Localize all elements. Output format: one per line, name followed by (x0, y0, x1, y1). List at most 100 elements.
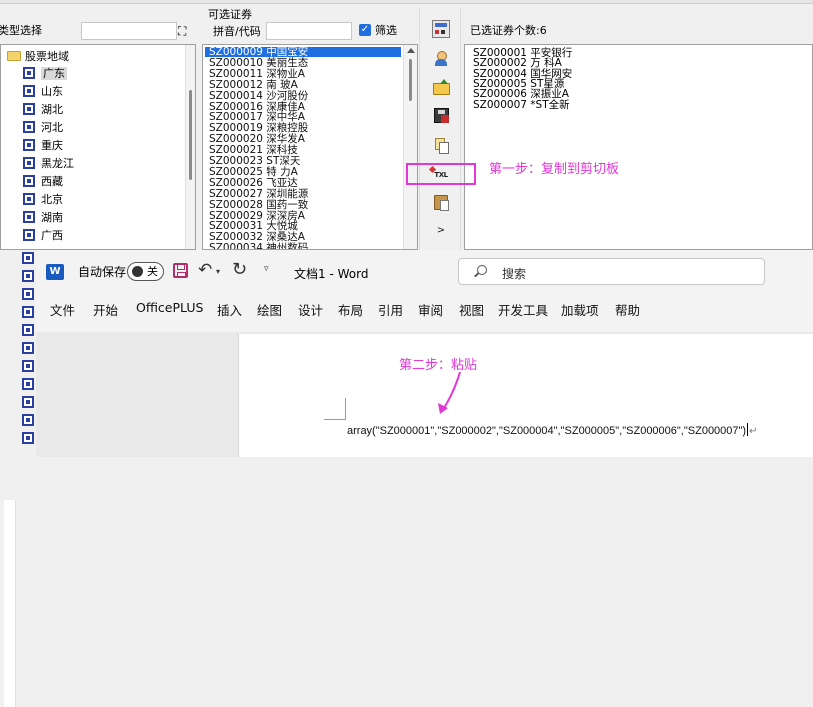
list-item[interactable]: SZ000026 飞亚达 (209, 178, 298, 189)
region-icon (23, 193, 35, 205)
region-icon (23, 103, 35, 115)
region-icon (22, 414, 34, 426)
list-item[interactable]: SZ000031 大悦城 (209, 221, 298, 232)
tree-item[interactable]: 北京 (23, 191, 63, 209)
list-item[interactable]: SZ000016 深康佳A (209, 101, 305, 112)
region-icon (23, 121, 35, 133)
open-button[interactable] (429, 78, 453, 100)
list-item[interactable]: SZ000011 深物业A (209, 69, 305, 80)
menu-tab[interactable]: OfficePLUS (136, 300, 203, 315)
list-scroll-thumb[interactable] (409, 59, 412, 101)
tree-item[interactable]: 湖南 (23, 209, 63, 227)
list-item[interactable]: SZ000012 南 玻A (209, 79, 298, 90)
search-label: 拼音/代码 (213, 25, 261, 38)
tree-item-label: 山东 (41, 85, 63, 98)
list-item[interactable]: SZ000027 深圳能源 (209, 188, 308, 199)
calculator-icon (432, 20, 450, 38)
background-tree-strip (0, 250, 36, 707)
menu-tab[interactable]: 视图 (459, 300, 484, 319)
search-box[interactable]: 搜索 (458, 258, 765, 285)
paste-button[interactable] (429, 191, 453, 213)
list-scrollbar[interactable] (403, 45, 417, 249)
menu-tab[interactable]: 加载项 (561, 300, 599, 319)
user-button[interactable] (429, 48, 453, 70)
code-search-input[interactable] (266, 22, 352, 40)
list-item[interactable]: SZ000009 中国宝安 (205, 47, 401, 57)
list-item[interactable]: SZ000020 深华发A (209, 134, 305, 145)
list-item[interactable]: SZ000014 沙河股份 (209, 90, 308, 101)
region-icon (23, 85, 35, 97)
list-item[interactable]: SZ000028 国药一致 (209, 199, 308, 210)
document-page[interactable] (238, 334, 813, 457)
tree-item[interactable]: 湖北 (23, 101, 63, 119)
copy-button[interactable] (429, 134, 453, 156)
undo-dropdown-icon[interactable]: ▾ (216, 267, 220, 276)
region-icon (22, 396, 34, 408)
region-icon (23, 157, 35, 169)
document-body-text[interactable]: array("SZ000001","SZ000002","SZ000004","… (347, 423, 758, 437)
tree-item[interactable]: 广东 (23, 65, 67, 83)
menu-tab[interactable]: 开发工具 (498, 300, 548, 319)
background-scrollbar[interactable] (4, 500, 16, 707)
document-title: 文档1 - Word (294, 267, 369, 281)
list-item[interactable]: SZ000034 神州数码 (209, 243, 308, 249)
tree-item[interactable]: 重庆 (23, 137, 63, 155)
tree-item[interactable]: 黑龙江 (23, 155, 74, 173)
tree-item[interactable]: 广西 (23, 227, 63, 245)
redo-icon[interactable]: ↻ (232, 259, 247, 280)
list-item[interactable]: SZ000025 特 力A (209, 167, 298, 178)
scroll-up-arrow-icon[interactable] (407, 48, 415, 53)
selected-list-item[interactable]: SZ000006 深振业A (473, 89, 569, 100)
region-icon (22, 288, 34, 300)
word-logo-icon: W (46, 264, 66, 280)
menu-tab[interactable]: 审阅 (418, 300, 443, 319)
list-item[interactable]: SZ000019 深粮控股 (209, 123, 308, 134)
selected-list-item[interactable]: SZ000002 万 科A (473, 58, 562, 69)
save-button[interactable] (429, 104, 453, 126)
menu-tab[interactable]: 布局 (338, 300, 363, 319)
list-item[interactable]: SZ000029 深深房A (209, 210, 305, 221)
tree-scrollbar[interactable] (185, 45, 195, 249)
add-selected-button[interactable]: > (429, 220, 453, 242)
save-icon[interactable] (173, 263, 188, 278)
binoculars-icon[interactable]: ⛶ (178, 24, 186, 39)
menu-tab[interactable]: 文件 (50, 300, 75, 319)
menu-tab[interactable]: 开始 (93, 300, 118, 319)
tree-item[interactable]: 西藏 (23, 173, 63, 191)
window-top-border (0, 0, 813, 4)
calculator-button[interactable] (429, 18, 453, 40)
customize-toolbar-icon[interactable]: ▿ (264, 264, 269, 274)
menu-tab[interactable]: 设计 (298, 300, 323, 319)
region-icon (23, 139, 35, 151)
open-folder-icon (432, 79, 450, 95)
selected-list-item[interactable]: SZ000007 *ST全新 (473, 99, 570, 110)
list-item[interactable]: SZ000021 深科技 (209, 145, 298, 156)
menu-tab[interactable]: 插入 (217, 300, 242, 319)
selected-securities-list[interactable]: SZ000001 平安银行 SZ000002 万 科A SZ000004 国华网安 S… (464, 44, 813, 250)
tree-item[interactable]: 河北 (23, 119, 63, 137)
tree-item-label: 广东 (41, 67, 67, 80)
filter-checkbox[interactable]: ✓ (359, 24, 371, 36)
tree-item[interactable]: 山东 (23, 83, 63, 101)
menu-tab[interactable]: 绘图 (257, 300, 282, 319)
selected-count: 已选证券个数:6 (470, 24, 547, 37)
menu-tab[interactable]: 帮助 (615, 300, 640, 319)
list-item[interactable]: SZ000010 美丽生态 (209, 58, 308, 69)
tree-scroll-thumb[interactable] (189, 90, 192, 180)
menu-tab[interactable]: 引用 (378, 300, 403, 319)
list-item[interactable]: SZ000017 深中华A (209, 112, 305, 123)
tree-item-label: 西藏 (41, 175, 63, 188)
undo-icon[interactable]: ↶ (198, 260, 212, 280)
save-icon (433, 107, 449, 123)
autosave-toggle[interactable]: 关 (127, 262, 164, 281)
list-item[interactable]: SZ000023 ST深天 (209, 156, 300, 167)
region-icon (22, 324, 34, 336)
securities-list[interactable]: SZ000009 中国宝安 SZ000010 美丽生态 SZ000011 深物业A S… (202, 44, 418, 250)
list-item[interactable]: SZ000032 深桑达A (209, 232, 305, 243)
tree-root[interactable]: 股票地域 (7, 49, 69, 65)
type-tree[interactable]: 股票地域 广东山东湖北 河北 重庆 黑龙江西藏北京 湖南 广西 (0, 44, 196, 250)
tree-search-input[interactable] (81, 22, 177, 40)
word-window: W 自动保存 关 ↶ ▾ ↻ ▿ 文档1 - Word 搜索 文件 开始 Offic… (36, 250, 813, 457)
toggle-knob (132, 266, 143, 277)
region-icon (23, 211, 35, 223)
